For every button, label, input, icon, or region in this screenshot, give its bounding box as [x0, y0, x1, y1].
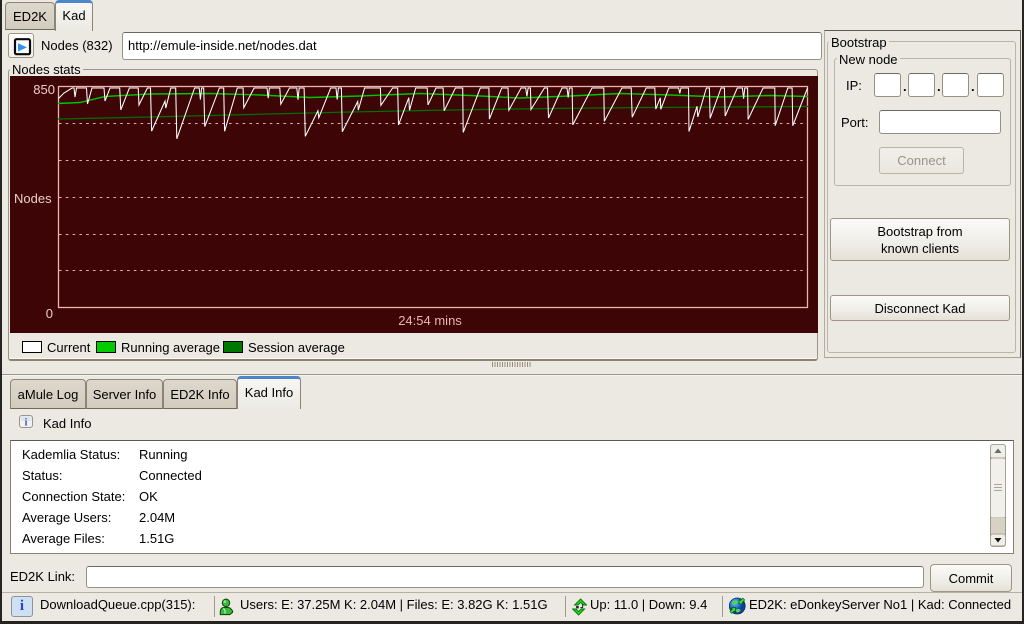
svg-text:i: i — [25, 418, 28, 429]
svg-text:Nodes: Nodes — [14, 191, 52, 206]
svg-text:0: 0 — [46, 306, 53, 321]
svg-text:24:54 mins: 24:54 mins — [398, 313, 462, 328]
svg-text:850: 850 — [33, 82, 55, 97]
